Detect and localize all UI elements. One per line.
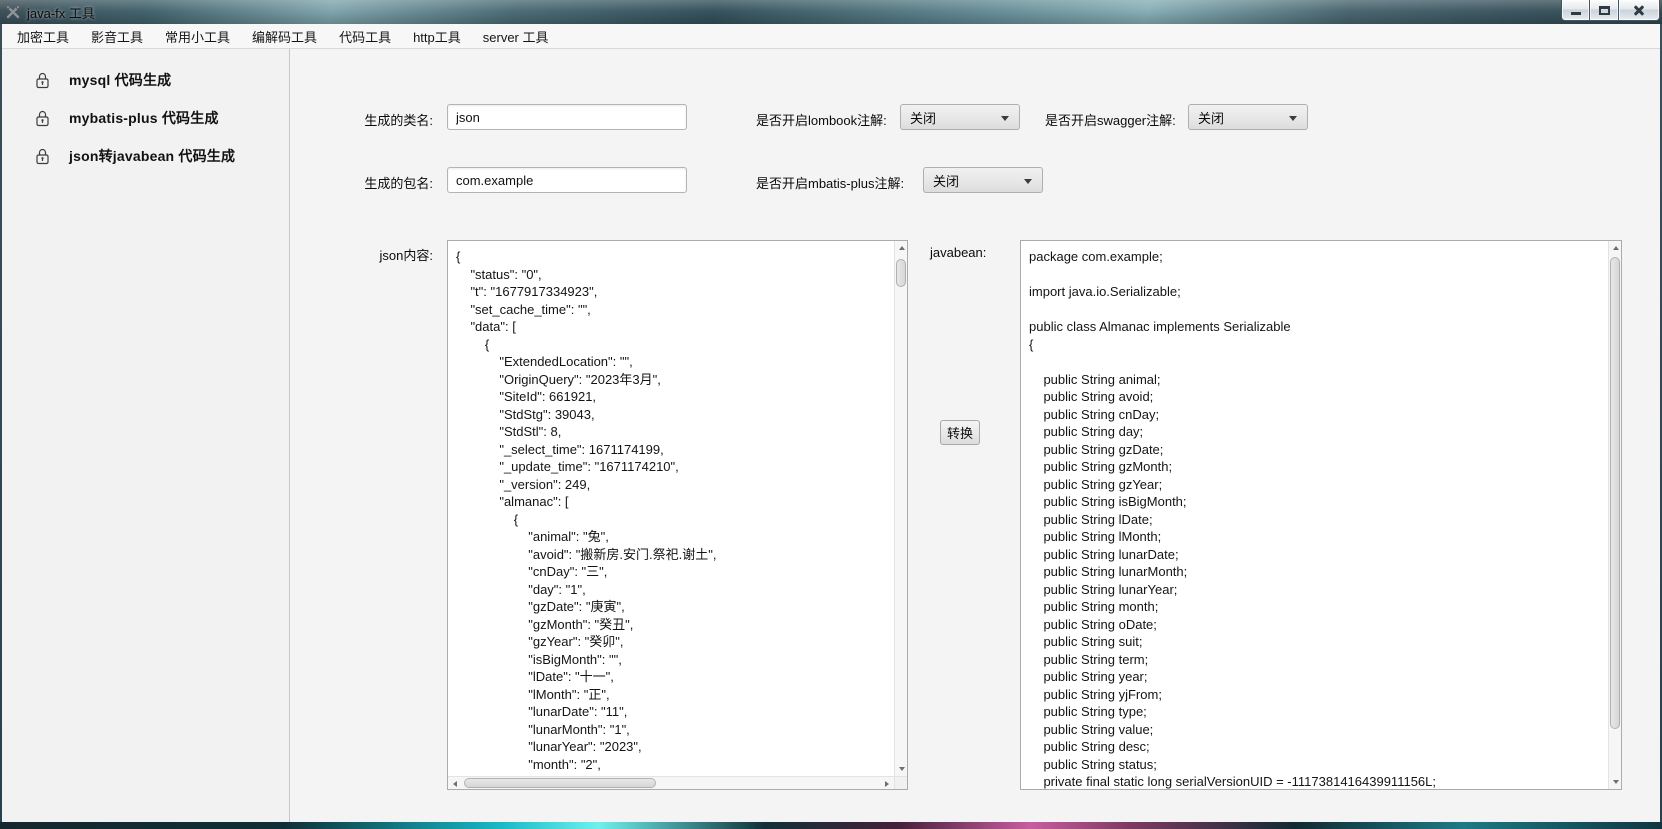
mybatis-plus-selected-value: 关闭 (933, 171, 959, 190)
minimize-button[interactable] (1561, 0, 1589, 21)
scroll-right-icon[interactable] (880, 777, 894, 790)
menu-http-tools[interactable]: http工具 (405, 24, 469, 49)
sidebar-item-label: mysql 代码生成 (69, 70, 171, 90)
lombok-selected-value: 关闭 (910, 108, 936, 127)
chevron-down-icon (1024, 179, 1032, 184)
swagger-label: 是否开启swagger注解: (1045, 110, 1176, 129)
menu-code-tools[interactable]: 代码工具 (331, 24, 399, 49)
javabean-output-text[interactable]: package com.example; import java.io.Seri… (1021, 241, 1608, 789)
chevron-down-icon (1001, 116, 1009, 121)
menu-media-tools[interactable]: 影音工具 (83, 24, 151, 49)
scroll-up-icon[interactable] (895, 241, 908, 255)
menu-encrypt-tools[interactable]: 加密工具 (9, 24, 77, 49)
sidebar-item-json-to-javabean-codegen[interactable]: json转javabean 代码生成 (2, 137, 289, 175)
menubar: 加密工具 影音工具 常用小工具 编解码工具 代码工具 http工具 server… (2, 24, 1660, 49)
json-vscroll-thumb[interactable] (896, 259, 906, 287)
close-icon (1633, 4, 1645, 16)
convert-button[interactable]: 转换 (940, 420, 980, 445)
mybatis-plus-label: 是否开启mbatis-plus注解: (756, 173, 904, 192)
app-window: java-fx 工具 加密工具 影音工具 常用小工具 编解码工具 代码工具 ht… (0, 0, 1662, 829)
sidebar-item-label: mybatis-plus 代码生成 (69, 108, 219, 128)
package-name-input[interactable] (447, 167, 687, 193)
chevron-down-icon (1289, 116, 1297, 121)
json-horizontal-scrollbar[interactable] (448, 776, 894, 789)
scrollbar-corner (894, 776, 907, 789)
titlebar[interactable]: java-fx 工具 (0, 0, 1662, 24)
class-name-label: 生成的类名: (290, 110, 433, 129)
menu-codec-tools[interactable]: 编解码工具 (244, 24, 325, 49)
lombok-select[interactable]: 关闭 (900, 104, 1020, 130)
json-content-label: json内容: (290, 245, 433, 264)
maximize-icon (1599, 6, 1610, 15)
main-area: mysql 代码生成 mybatis-plus 代码生成 (2, 49, 1660, 822)
lock-icon (35, 110, 50, 127)
swagger-selected-value: 关闭 (1198, 108, 1224, 127)
maximize-button[interactable] (1589, 0, 1618, 21)
sidebar-item-label: json转javabean 代码生成 (69, 146, 235, 166)
class-name-input[interactable] (447, 104, 687, 130)
json-input-textarea[interactable]: { "status": "0", "t": "1677917334923", "… (447, 240, 908, 790)
json-input-text[interactable]: { "status": "0", "t": "1677917334923", "… (448, 241, 894, 789)
content-panel: 生成的类名: 是否开启lombook注解: 关闭 是否开启swagger注解: … (290, 49, 1660, 822)
window-title: java-fx 工具 (27, 3, 95, 22)
scroll-up-icon[interactable] (1609, 241, 1622, 255)
javabean-vertical-scrollbar[interactable] (1608, 241, 1621, 789)
scroll-down-icon[interactable] (1609, 775, 1622, 789)
sidebar-item-mysql-codegen[interactable]: mysql 代码生成 (2, 61, 289, 99)
javabean-vscroll-thumb[interactable] (1610, 257, 1620, 729)
mybatis-plus-select[interactable]: 关闭 (923, 167, 1043, 193)
scroll-down-icon[interactable] (895, 762, 908, 776)
window-controls (1561, 0, 1660, 21)
lock-icon (35, 148, 50, 165)
lombok-label: 是否开启lombook注解: (756, 110, 887, 129)
sidebar-item-mybatis-plus-codegen[interactable]: mybatis-plus 代码生成 (2, 99, 289, 137)
swagger-select[interactable]: 关闭 (1188, 104, 1308, 130)
scroll-left-icon[interactable] (448, 777, 462, 790)
javabean-label: javabean: (930, 245, 986, 260)
desktop-wallpaper-strip (0, 822, 1662, 829)
minimize-icon (1571, 12, 1581, 15)
sidebar: mysql 代码生成 mybatis-plus 代码生成 (2, 49, 290, 822)
lock-icon (35, 72, 50, 89)
package-name-label: 生成的包名: (290, 173, 433, 192)
javabean-output-textarea[interactable]: package com.example; import java.io.Seri… (1020, 240, 1622, 790)
menu-server-tools[interactable]: server 工具 (475, 24, 557, 49)
menu-common-tools[interactable]: 常用小工具 (157, 24, 238, 49)
json-vertical-scrollbar[interactable] (894, 241, 907, 776)
close-button[interactable] (1618, 0, 1660, 21)
app-tools-icon (5, 4, 21, 20)
json-hscroll-thumb[interactable] (464, 778, 656, 788)
